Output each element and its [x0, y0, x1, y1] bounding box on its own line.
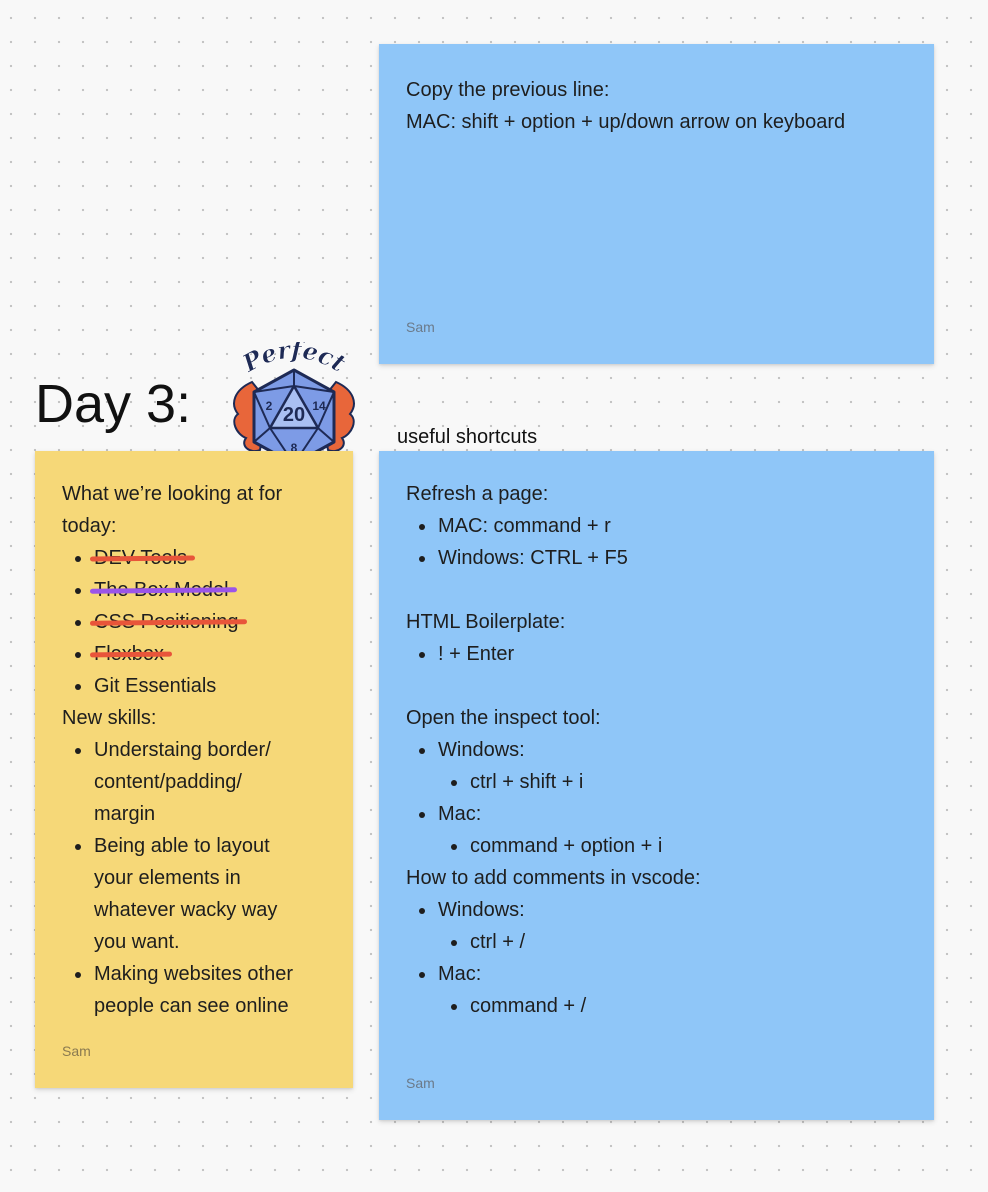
sticky-note-copy-line[interactable]: Copy the previous line: MAC: shift + opt… [379, 44, 934, 364]
refresh-list: MAC: command + r Windows: CTRL + F5 [406, 510, 916, 574]
comments-heading: How to add comments in vscode: [406, 867, 701, 889]
note-author: Sam [62, 1043, 91, 1059]
list-item-topic: Git Essentials [62, 670, 335, 702]
list-item: MAC: command + r [406, 510, 916, 542]
list-item-skill: Making websites other people can see onl… [62, 958, 335, 1022]
die-side-number: 2 [266, 399, 273, 413]
struck-topic: DEV Tools [89, 542, 196, 574]
strikethrough-mark [89, 651, 173, 658]
skill-line: content/padding/ [94, 771, 242, 793]
boilerplate-list: ! + Enter [406, 638, 916, 670]
list-item: Mac: [406, 798, 916, 830]
whiteboard-canvas[interactable]: Copy the previous line: MAC: shift + opt… [0, 0, 988, 1192]
skill-line: Making websites other [94, 963, 293, 985]
note-body: Refresh a page: MAC: command + r Windows… [406, 478, 916, 1022]
list-item-topic: DEV Tools [62, 542, 335, 574]
sticky-note-agenda[interactable]: What we’re looking at for today: DEV Too… [35, 451, 353, 1088]
list-item-topic: CSS Positioning [62, 606, 335, 638]
skill-line: whatever wacky way [94, 899, 278, 921]
inspect-heading: Open the inspect tool: [406, 707, 601, 729]
note-line: What we’re looking at for [62, 483, 283, 505]
topics-list: DEV Tools The Box Model CSS Positioning [62, 542, 335, 702]
section-label-shortcuts: useful shortcuts [397, 426, 538, 448]
list-item: Windows: [406, 734, 916, 766]
topic-label: Git Essentials [94, 675, 217, 697]
skills-list: Understaing border/ content/padding/ mar… [62, 734, 335, 1022]
boilerplate-heading: HTML Boilerplate: [406, 611, 566, 633]
note-body: What we’re looking at for today: DEV Too… [62, 478, 335, 1022]
skill-line: people can see online [94, 995, 289, 1017]
skill-line: you want. [94, 931, 180, 953]
note-author: Sam [406, 1075, 435, 1091]
list-item-nested: ctrl + shift + i [406, 766, 916, 798]
skill-line: Understaing border/ [94, 739, 271, 761]
list-item-skill: Understaing border/ content/padding/ mar… [62, 734, 335, 830]
list-item-skill: Being able to layout your elements in wh… [62, 830, 335, 958]
note-line: Copy the previous line: [406, 79, 610, 101]
skill-line: your elements in [94, 867, 241, 889]
list-item-topic: Flexbox [62, 638, 335, 670]
list-item: Windows: CTRL + F5 [406, 542, 916, 574]
list-item: Mac: [406, 958, 916, 990]
note-body: Copy the previous line: MAC: shift + opt… [406, 74, 916, 138]
list-item-nested: command + option + i [406, 830, 916, 862]
skill-line: Being able to layout [94, 835, 270, 857]
struck-topic: The Box Model [89, 574, 237, 606]
refresh-heading: Refresh a page: [406, 483, 549, 505]
note-line: today: [62, 515, 117, 537]
struck-topic: Flexbox [89, 638, 173, 670]
list-item-nested: ctrl + / [406, 926, 916, 958]
struck-topic: CSS Positioning [89, 606, 247, 638]
skills-heading: New skills: [62, 707, 157, 729]
list-item-nested: command + / [406, 990, 916, 1022]
skill-line: margin [94, 803, 156, 825]
list-item-topic: The Box Model [62, 574, 335, 606]
list-item: Windows: [406, 894, 916, 926]
list-item: ! + Enter [406, 638, 916, 670]
day-heading: Day 3: [35, 374, 192, 434]
inspect-list: Windows: ctrl + shift + i Mac: command +… [406, 734, 916, 862]
die-number: 20 [283, 404, 305, 426]
note-line: MAC: shift + option + up/down arrow on k… [406, 111, 846, 133]
note-author: Sam [406, 319, 435, 335]
die-side-number: 14 [312, 399, 326, 413]
comments-list: Windows: ctrl + / Mac: command + / [406, 894, 916, 1022]
sticky-note-shortcuts[interactable]: Refresh a page: MAC: command + r Windows… [379, 451, 934, 1120]
